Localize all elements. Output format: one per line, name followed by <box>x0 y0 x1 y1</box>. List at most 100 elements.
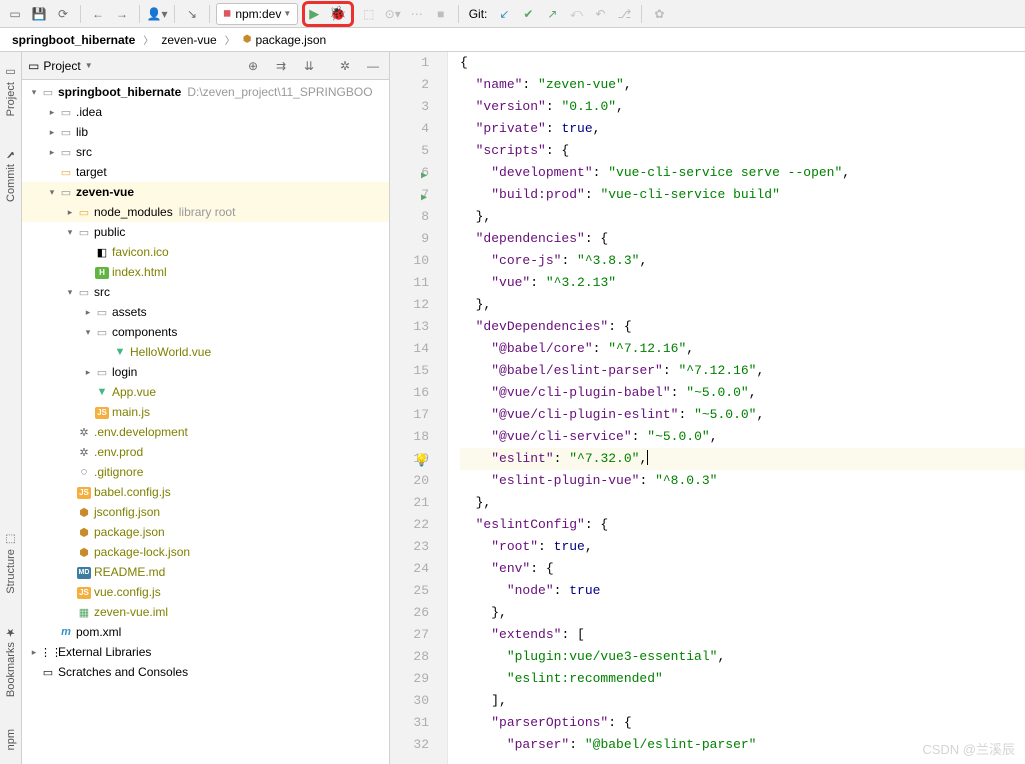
tree-row[interactable]: ◧favicon.ico <box>22 242 389 262</box>
git-branch-icon[interactable]: ⎇ <box>613 3 635 25</box>
save-icon[interactable]: 💾 <box>28 3 50 25</box>
tree-arrow-icon[interactable]: ▸ <box>64 207 76 218</box>
line-number[interactable]: 12 <box>390 294 429 316</box>
line-number[interactable]: 26 <box>390 602 429 624</box>
tree-row[interactable]: ▸▭login <box>22 362 389 382</box>
tree-row[interactable]: ▾▭springboot_hibernateD:\zeven_project\1… <box>22 82 389 102</box>
attach-icon[interactable]: ⋯ <box>406 3 428 25</box>
tree-row[interactable]: ⬢jsconfig.json <box>22 502 389 522</box>
tab-bookmarks[interactable]: Bookmarks ★ <box>4 620 17 703</box>
code-line[interactable]: "env": { <box>460 558 1025 580</box>
code-line[interactable]: "node": true <box>460 580 1025 602</box>
tree-row[interactable]: Hindex.html <box>22 262 389 282</box>
code-line[interactable]: }, <box>460 602 1025 624</box>
tree-row[interactable]: ▸▭src <box>22 142 389 162</box>
line-number[interactable]: 9 <box>390 228 429 250</box>
line-number[interactable]: 4 <box>390 118 429 140</box>
code-line[interactable]: "@vue/cli-plugin-eslint": "~5.0.0", <box>460 404 1025 426</box>
tab-structure[interactable]: Structure ⬚ <box>4 527 17 600</box>
tree-arrow-icon[interactable]: ▸ <box>46 107 58 118</box>
code-line[interactable]: { <box>460 52 1025 74</box>
profile-icon[interactable]: ⊙▾ <box>382 3 404 25</box>
tree-row[interactable]: JSvue.config.js <box>22 582 389 602</box>
tab-commit[interactable]: Commit ✔ <box>4 142 17 208</box>
tree-row[interactable]: ▦zeven-vue.iml <box>22 602 389 622</box>
line-number[interactable]: 31 <box>390 712 429 734</box>
tree-row[interactable]: ▸▭node_moduleslibrary root <box>22 202 389 222</box>
tree-row[interactable]: MDREADME.md <box>22 562 389 582</box>
line-number[interactable]: 30 <box>390 690 429 712</box>
tree-row[interactable]: ✲.env.development <box>22 422 389 442</box>
line-number[interactable]: 16 <box>390 382 429 404</box>
tree-arrow-icon[interactable]: ▸ <box>28 647 40 658</box>
expand-all-icon[interactable]: ⇉ <box>271 59 291 73</box>
git-history-icon[interactable]: ⤺ <box>565 3 587 25</box>
tree-arrow-icon[interactable]: ▾ <box>64 227 76 238</box>
tree-row[interactable]: ▸▭.idea <box>22 102 389 122</box>
open-icon[interactable]: ▭ <box>4 3 26 25</box>
line-number[interactable]: 14 <box>390 338 429 360</box>
line-number[interactable]: 21 <box>390 492 429 514</box>
code-editor[interactable]: 123456▶7▶8910111213141516171819💡20212223… <box>390 52 1025 764</box>
back-icon[interactable]: ← <box>87 3 109 25</box>
line-number[interactable]: 24 <box>390 558 429 580</box>
line-number[interactable]: 23 <box>390 536 429 558</box>
project-view-selector[interactable]: ▭ Project ▼ <box>28 59 93 73</box>
code-line[interactable]: "dependencies": { <box>460 228 1025 250</box>
tree-row[interactable]: ▸⋮⋮External Libraries <box>22 642 389 662</box>
git-commit-icon[interactable]: ✔ <box>517 3 539 25</box>
git-update-icon[interactable]: ↙ <box>493 3 515 25</box>
tree-arrow-icon[interactable]: ▾ <box>64 287 76 298</box>
tree-row[interactable]: ⬢package-lock.json <box>22 542 389 562</box>
tree-row[interactable]: JSbabel.config.js <box>22 482 389 502</box>
code-line[interactable]: "root": true, <box>460 536 1025 558</box>
code-line[interactable]: "parserOptions": { <box>460 712 1025 734</box>
tree-row[interactable]: ⬢package.json <box>22 522 389 542</box>
code-line[interactable]: "build:prod": "vue-cli-service build" <box>460 184 1025 206</box>
tree-row[interactable]: ▭target <box>22 162 389 182</box>
tree-arrow-icon[interactable]: ▾ <box>82 327 94 338</box>
line-number[interactable]: 17 <box>390 404 429 426</box>
tab-project[interactable]: Project ▭ <box>4 60 17 122</box>
code-line[interactable]: "eslint-plugin-vue": "^8.0.3" <box>460 470 1025 492</box>
settings-icon[interactable]: ✲ <box>335 59 355 73</box>
code-line[interactable]: "private": true, <box>460 118 1025 140</box>
tree-row[interactable]: ▾▭components <box>22 322 389 342</box>
tree-row[interactable]: mpom.xml <box>22 622 389 642</box>
tree-row[interactable]: ▾▭zeven-vue <box>22 182 389 202</box>
code-line[interactable]: }, <box>460 294 1025 316</box>
tree-row[interactable]: ▸▭lib <box>22 122 389 142</box>
line-number[interactable]: 2 <box>390 74 429 96</box>
breadcrumb-folder[interactable]: zeven-vue <box>157 31 220 49</box>
code-line[interactable]: "@vue/cli-service": "~5.0.0", <box>460 426 1025 448</box>
stop-icon[interactable]: ■ <box>430 3 452 25</box>
git-push-icon[interactable]: ↗ <box>541 3 563 25</box>
line-number[interactable]: 3 <box>390 96 429 118</box>
line-number[interactable]: 22 <box>390 514 429 536</box>
tree-row[interactable]: ▼HelloWorld.vue <box>22 342 389 362</box>
plugin-icon[interactable]: ✿ <box>648 3 670 25</box>
tree-arrow-icon[interactable]: ▸ <box>82 307 94 318</box>
git-undo-icon[interactable]: ↶ <box>589 3 611 25</box>
coverage-icon[interactable]: ⬚ <box>358 3 380 25</box>
code-line[interactable]: "@babel/core": "^7.12.16", <box>460 338 1025 360</box>
code-line[interactable]: "extends": [ <box>460 624 1025 646</box>
code-line[interactable]: "eslint:recommended" <box>460 668 1025 690</box>
tree-row[interactable]: ✲.env.prod <box>22 442 389 462</box>
line-number[interactable]: 7▶ <box>390 184 429 206</box>
line-number[interactable]: 1 <box>390 52 429 74</box>
code-line[interactable]: "name": "zeven-vue", <box>460 74 1025 96</box>
code-line[interactable]: "vue": "^3.2.13" <box>460 272 1025 294</box>
tree-arrow-icon[interactable]: ▸ <box>46 147 58 158</box>
vcs-icon[interactable]: 👤▾ <box>146 3 168 25</box>
bulb-icon[interactable]: 💡 <box>414 450 429 472</box>
editor-code-area[interactable]: { "name": "zeven-vue", "version": "0.1.0… <box>448 52 1025 764</box>
line-number[interactable]: 27 <box>390 624 429 646</box>
line-number[interactable]: 18 <box>390 426 429 448</box>
line-number[interactable]: 13 <box>390 316 429 338</box>
project-tree[interactable]: ▾▭springboot_hibernateD:\zeven_project\1… <box>22 80 389 764</box>
tree-row[interactable]: ▾▭src <box>22 282 389 302</box>
line-number[interactable]: 15 <box>390 360 429 382</box>
tree-row[interactable]: ▼App.vue <box>22 382 389 402</box>
line-number[interactable]: 6▶ <box>390 162 429 184</box>
